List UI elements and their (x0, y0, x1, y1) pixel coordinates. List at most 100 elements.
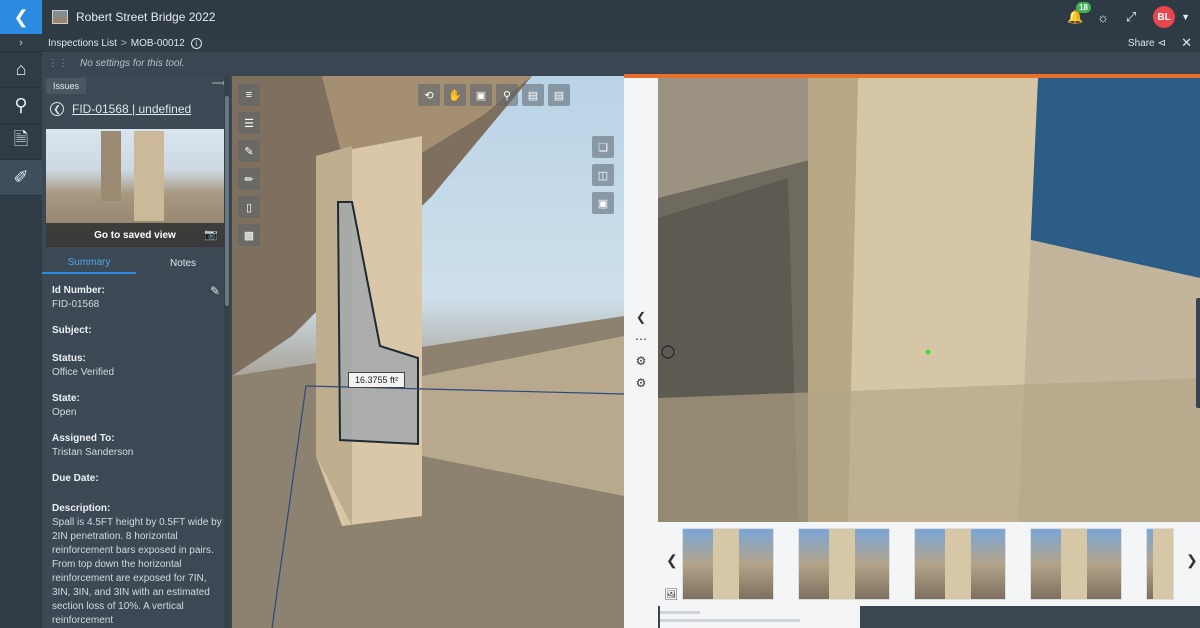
settings-advanced-button[interactable]: ⚙ (624, 350, 658, 372)
strip-prev-icon[interactable]: ❮ (666, 552, 678, 569)
thumbnail-pillar (945, 529, 971, 599)
document-icon: 🗎 (13, 128, 29, 149)
nav-documents[interactable]: 🗎 (0, 124, 42, 160)
zoom-icon: ⚲ (502, 89, 512, 102)
saved-view-thumbnail[interactable]: Go to saved view 📷 (46, 129, 224, 247)
field-value: FID-01568 (52, 299, 100, 310)
left-tool-2[interactable]: ☰ (238, 112, 260, 134)
more-dots-icon: ⋯ (635, 332, 647, 346)
panel-scrollbar[interactable] (224, 76, 230, 628)
collapse-button[interactable]: ❮ (624, 306, 658, 328)
save-icon: ▣ (597, 197, 609, 210)
photo-metadata (660, 606, 860, 628)
side-drawer-handle[interactable] (1196, 298, 1200, 408)
home-icon: ⌂ (15, 59, 27, 79)
share-button[interactable]: Share ⊲ (1128, 34, 1166, 52)
field-value: Office Verified (52, 367, 115, 378)
camera-icon[interactable]: 📷 (204, 228, 218, 241)
viewer-tool-zoom[interactable]: ⚲ (496, 84, 518, 106)
back-circle-icon[interactable]: ❮ (50, 102, 64, 116)
chevron-left-icon: ❮ (13, 6, 29, 27)
copy-icon: ❏ (598, 141, 608, 154)
nav-home[interactable]: ⌂ (0, 52, 42, 88)
view-icon: ▤ (527, 89, 539, 102)
tool-settings-message: No settings for this tool. (80, 57, 185, 69)
go-to-saved-view-button[interactable]: Go to saved view 📷 (46, 223, 224, 247)
share-icon: ⊲ (1157, 37, 1166, 49)
images-icon[interactable]: 🖼 (664, 588, 678, 601)
right-tool-2[interactable]: ◫ (592, 164, 614, 186)
photo-viewer[interactable] (658, 78, 1200, 522)
field-label: Due Date: (52, 473, 99, 484)
tab-summary[interactable]: Summary (42, 252, 136, 274)
close-button[interactable]: ✕ (1181, 34, 1192, 52)
fullscreen-button[interactable]: ⤢ (1117, 0, 1145, 34)
avatar[interactable]: BL (1153, 6, 1176, 28)
viewer-tool-view-b[interactable]: ▤ (548, 84, 570, 106)
brightness-button[interactable]: ☼ (1089, 0, 1117, 34)
back-button[interactable]: ❮ (0, 0, 42, 34)
tab-issues[interactable]: Issues (46, 78, 86, 94)
tab-notes[interactable]: Notes (136, 252, 230, 274)
field-label: Id Number: (52, 285, 105, 296)
expand-icon: ⤢ (1125, 9, 1137, 24)
issue-tabs: Summary Notes (42, 252, 230, 274)
thumbnail-pillar (1061, 529, 1087, 599)
layers-icon: ☰ (244, 117, 254, 130)
area-measurement-label: 16.3755 ft² (348, 372, 406, 388)
photo-thumbnail[interactable] (914, 528, 1006, 600)
left-tool-4[interactable]: ✏ (238, 168, 260, 190)
photo-thumbnail[interactable] (1146, 528, 1174, 600)
scrollbar-thumb[interactable] (225, 96, 229, 306)
gear-icon: ⚙ (635, 354, 647, 368)
photo-thumbnail[interactable] (798, 528, 890, 600)
breadcrumb-root[interactable]: Inspections List (48, 38, 117, 49)
notifications-button[interactable]: 🔔 18 (1061, 0, 1091, 34)
share-label: Share (1127, 37, 1155, 49)
issue-fields: Id Number: FID-01568 Subject: Status: Of… (52, 284, 222, 628)
drag-handle-icon[interactable]: ⋮⋮ (48, 58, 68, 69)
close-icon: ✕ (1181, 35, 1192, 50)
project-title: Robert Street Bridge 2022 (76, 10, 216, 24)
info-icon[interactable]: i (190, 37, 202, 49)
more-button[interactable]: ⋯ (624, 328, 658, 350)
scene-graphic (232, 76, 624, 628)
field-label: State: (52, 393, 80, 404)
saved-view-label: Go to saved view (94, 229, 176, 241)
right-tool-3[interactable]: ▣ (592, 192, 614, 214)
left-tool-6[interactable]: ▩ (238, 224, 260, 246)
issue-title[interactable]: FID-01568 | undefined (72, 102, 191, 116)
thumbnail-pillar (829, 529, 855, 599)
photo-thumbnail[interactable] (1030, 528, 1122, 600)
viewer-tool-pan[interactable]: ✋ (444, 84, 466, 106)
left-tool-1[interactable]: ≡ (238, 84, 260, 106)
view-icon: ▤ (553, 89, 565, 102)
ruler-icon: ✏ (244, 173, 254, 186)
left-tool-5[interactable]: ▯ (238, 196, 260, 218)
field-label: Subject: (52, 325, 92, 336)
viewer-tool-fit[interactable]: ▣ (470, 84, 492, 106)
3d-viewport[interactable]: ⟲ ✋ ▣ ⚲ ▤ ▤ ≡ ☰ ✎ ✏ ▯ ▩ ❏ ◫ ▣ 16.3755 ft… (232, 76, 624, 628)
strip-next-icon[interactable]: ❯ (1186, 552, 1198, 569)
settings-button[interactable]: ⚙ (624, 372, 658, 394)
left-tool-3[interactable]: ✎ (238, 140, 260, 162)
field-value: Tristan Sanderson (52, 447, 134, 458)
nav-map[interactable]: ⚲ (0, 88, 42, 124)
chevron-down-icon[interactable]: ▼ (1181, 12, 1190, 22)
thumbnail-pillar-shadow (101, 131, 121, 201)
field-value: Open (52, 407, 77, 418)
split-controls: ❮ ⋯ ⚙ ⚙ (624, 78, 658, 628)
issue-panel: Issues ⟶ ❮ FID-01568 | undefined Go to s… (42, 76, 230, 628)
right-tool-1[interactable]: ❏ (592, 136, 614, 158)
map-pin-icon: ⚲ (14, 95, 28, 115)
chart-icon: ≡ (245, 89, 253, 101)
metadata-line (660, 619, 800, 622)
nav-tools[interactable]: ✐ (0, 160, 42, 196)
hand-icon: ✋ (448, 89, 462, 102)
photo-thumbnail[interactable] (682, 528, 774, 600)
viewer-tool-view-a[interactable]: ▤ (522, 84, 544, 106)
viewer-tool-rotate[interactable]: ⟲ (418, 84, 440, 106)
expand-nav-button[interactable]: › (0, 34, 42, 52)
metadata-line (660, 611, 700, 614)
sun-icon: ☼ (1097, 9, 1110, 25)
